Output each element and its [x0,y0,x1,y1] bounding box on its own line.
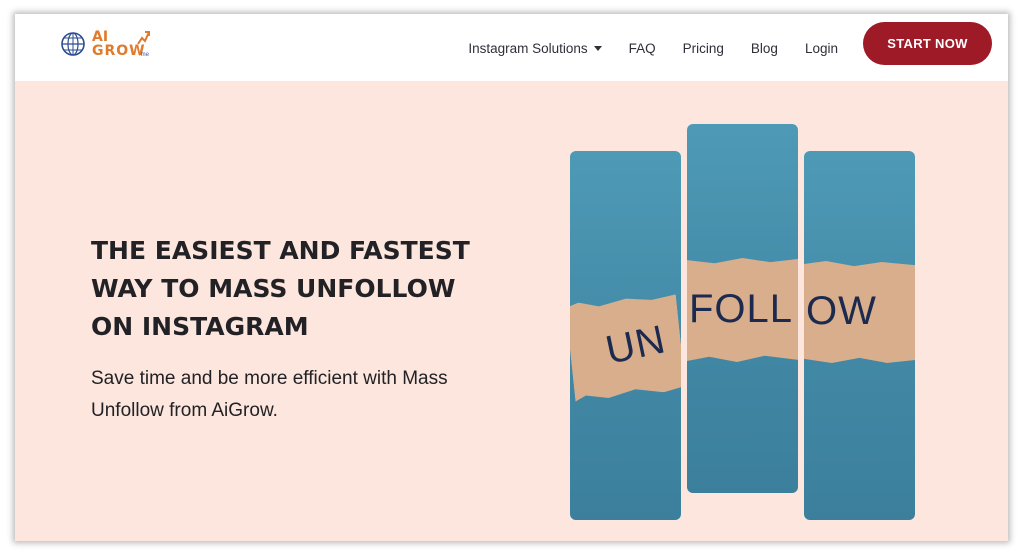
logo-text-grow: GROW [92,43,146,59]
main-nav: Instagram Solutions FAQ Pricing Blog Log… [468,14,838,82]
unfollow-hero-image: UN FOLL OW [570,122,920,522]
logo-suffix: .me [139,52,150,58]
hero-subtitle-line-1: Save time and be more efficient with Mas… [91,368,448,389]
hero-subtitle: Save time and be more efficient with Mas… [91,363,491,427]
image-panel-middle: FOLL [687,124,798,493]
logo-text-ai: AI [92,29,109,45]
start-now-button[interactable]: START NOW [863,22,992,65]
hero-headline-line-1: THE EASIEST AND FASTEST [91,236,470,265]
nav-blog[interactable]: Blog [751,41,778,56]
growth-arrow-icon [137,31,150,45]
hero-headline: THE EASIEST AND FASTEST WAY TO MASS UNFO… [91,232,511,346]
image-text-foll: FOLL [689,287,794,331]
nav-pricing[interactable]: Pricing [683,41,724,56]
nav-faq[interactable]: FAQ [629,41,656,56]
aigrow-logo[interactable]: AI GROW .me [59,30,159,62]
image-panel-left: UN [570,151,681,520]
nav-login[interactable]: Login [805,41,838,56]
hero-headline-line-3: ON INSTAGRAM [91,312,309,341]
image-panel-right: OW [804,151,915,520]
chevron-down-icon [593,45,602,51]
image-text-ow: OW [806,289,877,333]
page-frame: AI GROW .me Instagram Solutions FAQ Pric… [15,14,1008,541]
nav-instagram-solutions[interactable]: Instagram Solutions [468,40,602,56]
hero-subtitle-line-2: Unfollow from AiGrow. [91,400,278,421]
globe-icon [61,32,85,56]
navbar: AI GROW .me Instagram Solutions FAQ Pric… [15,14,1008,82]
nav-instagram-solutions-label: Instagram Solutions [468,40,588,56]
hero-headline-line-2: WAY TO MASS UNFOLLOW [91,274,456,303]
